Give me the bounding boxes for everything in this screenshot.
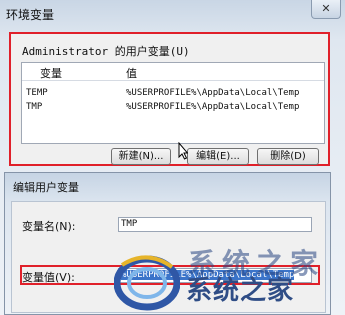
environment-variables-window: 环境变量 ✕ Administrator 的用户变量(U) 变量 值 TEMP … — [0, 0, 345, 315]
column-header-variable[interactable]: 变量 — [40, 65, 62, 81]
user-variables-list[interactable]: 变量 值 TEMP %USERPROFILE%\AppData\Local\Te… — [21, 62, 325, 144]
window-title: 环境变量 — [6, 8, 55, 22]
variable-value-label: 变量值(V): — [22, 271, 75, 284]
list-item[interactable]: TMP %USERPROFILE%\AppData\Local\Temp — [22, 101, 324, 115]
variable-name-field[interactable]: TMP — [118, 217, 312, 232]
dialog-title: 编辑用户变量 — [13, 181, 79, 194]
user-variables-group-label: Administrator 的用户变量(U) — [22, 45, 190, 58]
variable-value: %USERPROFILE%\AppData\Local\Temp — [126, 102, 300, 112]
delete-button[interactable]: 删除(D) — [257, 148, 319, 165]
variable-name-label: 变量名(N): — [22, 220, 76, 233]
close-button[interactable]: ✕ — [311, 0, 341, 19]
user-variables-panel: Administrator 的用户变量(U) 变量 值 TEMP %USERPR… — [9, 32, 330, 166]
variable-name: TMP — [26, 102, 43, 112]
mouse-pointer-icon — [178, 142, 188, 160]
list-item[interactable]: TEMP %USERPROFILE%\AppData\Local\Temp — [22, 87, 324, 101]
column-header-value[interactable]: 值 — [126, 65, 137, 81]
list-header: 变量 值 — [22, 63, 324, 81]
watermark-text: 系统之家 — [186, 276, 295, 306]
variable-value: %USERPROFILE%\AppData\Local\Temp — [126, 88, 300, 98]
variable-name: TEMP — [26, 88, 48, 98]
edit-button[interactable]: 编辑(E)... — [187, 148, 249, 165]
new-button[interactable]: 新建(N)... — [111, 148, 171, 165]
watermark-logo-icon — [114, 255, 180, 311]
